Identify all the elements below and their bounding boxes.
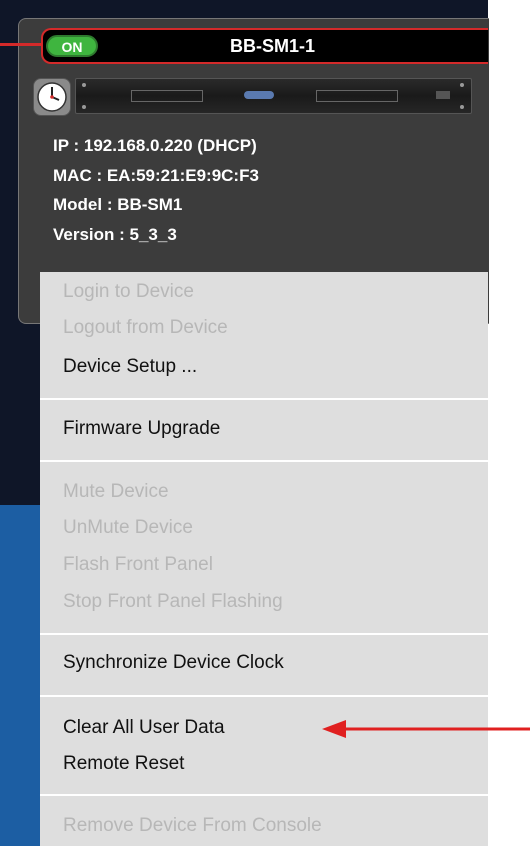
menu-item-stop-flashing[interactable]: Stop Front Panel Flashing (63, 590, 283, 614)
menu-separator (40, 633, 488, 635)
clock-icon[interactable] (33, 78, 71, 116)
menu-item-device-setup[interactable]: Device Setup ... (63, 355, 197, 379)
menu-item-sync-clock[interactable]: Synchronize Device Clock (63, 651, 284, 675)
device-name: BB-SM1-1 (230, 36, 316, 56)
arrow-annotation (322, 718, 530, 740)
device-front-panel-image (75, 78, 472, 114)
menu-item-unmute[interactable]: UnMute Device (63, 516, 193, 540)
menu-item-clear-user-data[interactable]: Clear All User Data (63, 716, 225, 740)
version: Version : 5_3_3 (53, 225, 177, 244)
mac-address: MAC : EA:59:21:E9:9C:F3 (53, 166, 259, 185)
menu-item-flash-front-panel[interactable]: Flash Front Panel (63, 553, 213, 577)
menu-item-logout[interactable]: Logout from Device (63, 316, 228, 340)
menu-item-login[interactable]: Login to Device (63, 280, 194, 304)
menu-separator (40, 460, 488, 462)
menu-separator (40, 794, 488, 796)
menu-item-firmware-upgrade[interactable]: Firmware Upgrade (63, 417, 220, 441)
menu-separator (40, 695, 488, 697)
status-badge[interactable]: ON (46, 35, 98, 57)
menu-item-remote-reset[interactable]: Remote Reset (63, 752, 184, 776)
model: Model : BB-SM1 (53, 195, 183, 214)
connection-line (0, 43, 42, 46)
menu-separator (40, 398, 488, 400)
menu-item-remove-device[interactable]: Remove Device From Console (63, 814, 322, 838)
ip-address: IP : 192.168.0.220 (DHCP) (53, 136, 257, 155)
menu-item-mute[interactable]: Mute Device (63, 480, 169, 504)
